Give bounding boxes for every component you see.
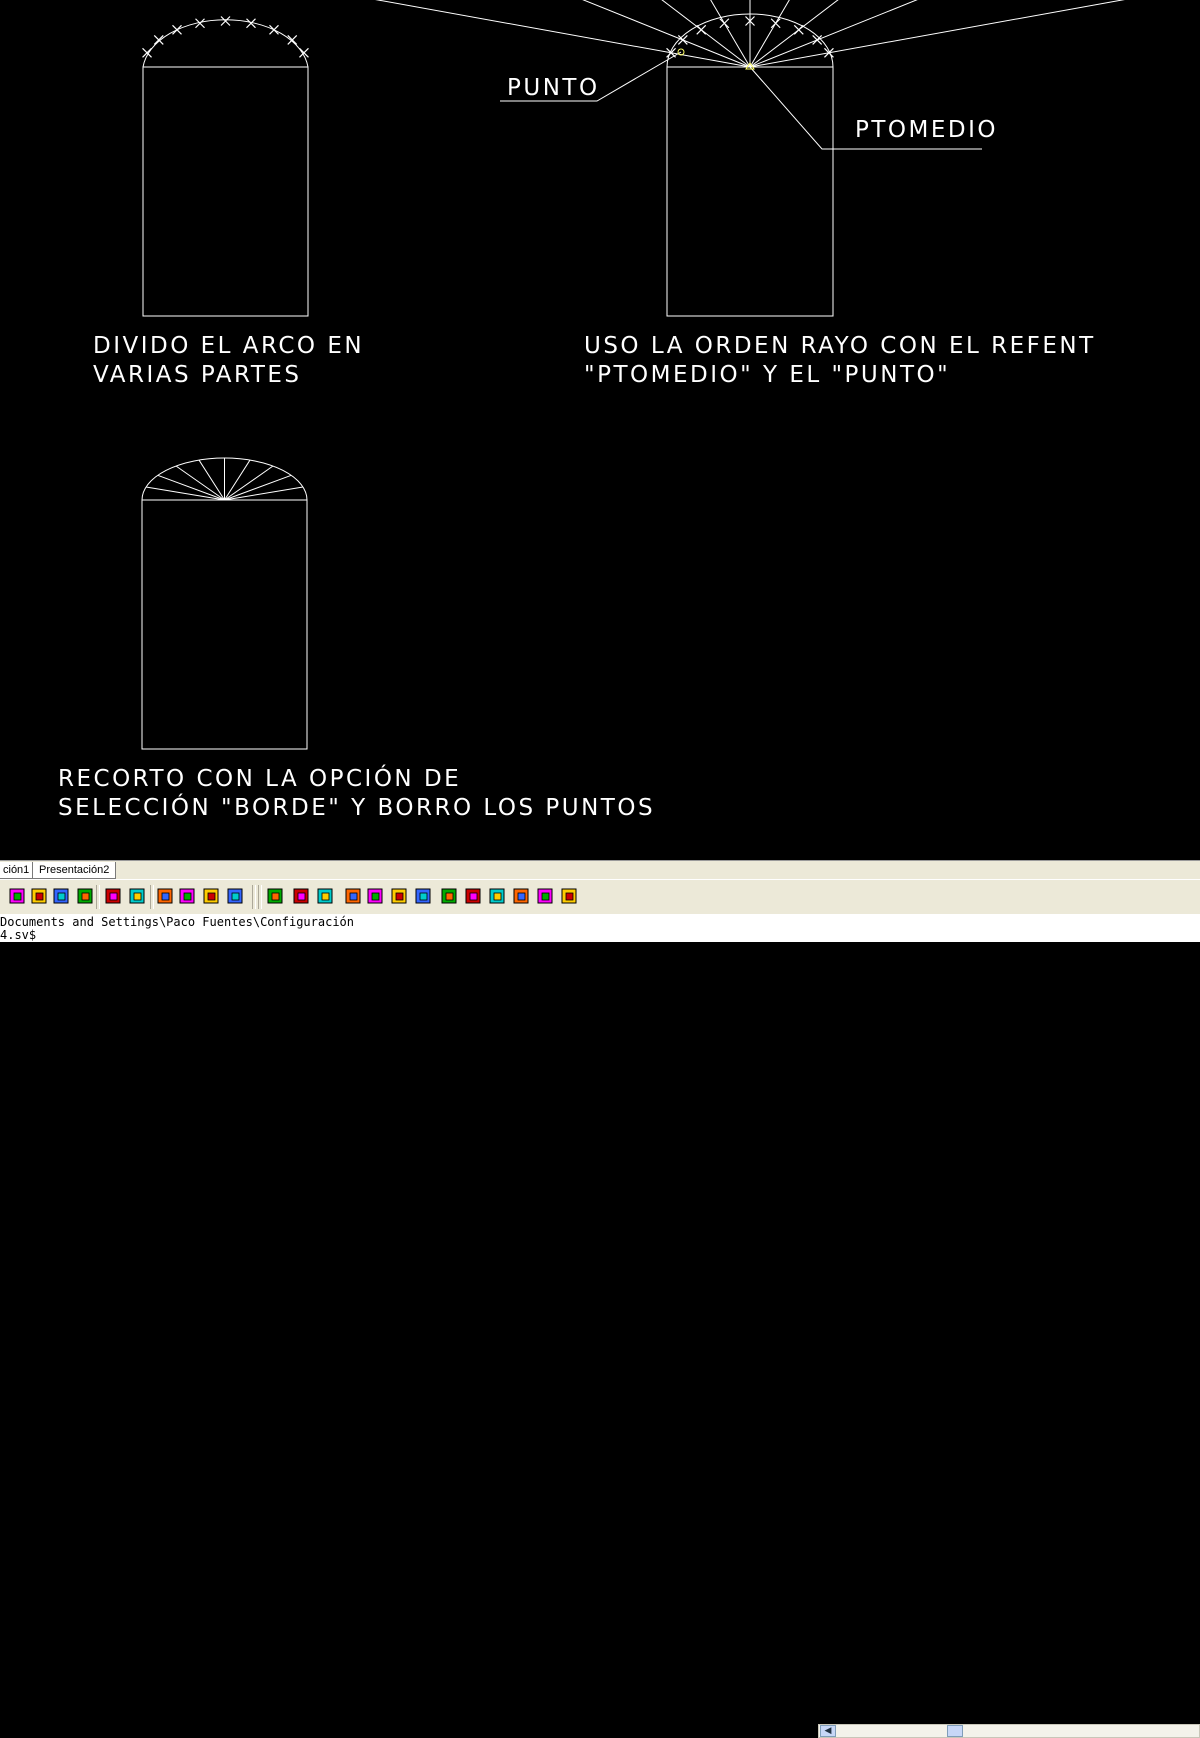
trimmed-ray-line — [175, 465, 225, 501]
layer-tool-icon[interactable] — [344, 887, 362, 905]
layer-tool-icon[interactable] — [226, 887, 244, 905]
toolbar-separator — [252, 885, 256, 909]
command-line[interactable]: Documents and Settings\Paco Fuentes\Conf… — [0, 914, 1200, 942]
trimmed-ray-line — [224, 486, 304, 501]
step2-caption-line2: "PTOMEDIO" Y EL "PUNTO" — [584, 362, 950, 388]
drawing-svg[interactable]: DIVIDO EL ARCO EN VARIAS PARTES PUNTO PT… — [0, 0, 1200, 860]
ray-line — [749, 0, 790, 68]
layer-tool-icon[interactable] — [128, 887, 146, 905]
toolbar — [0, 879, 1200, 915]
step3-figure — [141, 457, 308, 750]
trimmed-ray-line — [224, 459, 251, 501]
division-point-mark — [793, 24, 804, 35]
step3-caption-line1: RECORTO CON LA OPCIÓN DE — [58, 764, 461, 792]
scroll-thumb[interactable] — [947, 1725, 963, 1737]
layer-tool-icon[interactable] — [536, 887, 554, 905]
layer-tool-icon[interactable] — [488, 887, 506, 905]
step2-caption-line1: USO LA ORDEN RAYO CON EL REFENT — [584, 333, 1096, 359]
step3-trimmed-rays — [145, 458, 304, 501]
division-point-mark — [287, 35, 298, 45]
attribute-edit-icon[interactable] — [30, 887, 48, 905]
step1-figure — [142, 16, 309, 317]
command-line-history-2: 4.sv$ — [0, 928, 37, 942]
layout-tab-bar: ción1 Presentación2 ◀ — [0, 860, 1200, 1738]
layer-tool-icon[interactable] — [440, 887, 458, 905]
step2-rectangle — [666, 66, 834, 317]
layer-tool-icon[interactable] — [178, 887, 196, 905]
step3-rectangle — [141, 499, 308, 750]
layer-tool-icon[interactable] — [156, 887, 174, 905]
step1-caption-line2: VARIAS PARTES — [93, 362, 302, 388]
label-punto: PUNTO — [507, 75, 600, 101]
trimmed-ray-line — [224, 474, 292, 501]
layer-tool-icon[interactable] — [414, 887, 432, 905]
layer-tool-icon[interactable] — [512, 887, 530, 905]
division-point-mark — [770, 18, 781, 29]
division-point-mark — [812, 35, 823, 45]
toolbar-separator — [258, 885, 262, 909]
tab-layout1[interactable]: ción1 — [0, 862, 37, 879]
layer-tool-icon[interactable] — [366, 887, 384, 905]
ray-line — [749, 0, 1125, 68]
layer-tool-icon[interactable] — [464, 887, 482, 905]
trimmed-ray-line — [198, 459, 225, 501]
attribute-block-icon[interactable] — [76, 887, 94, 905]
drawing-canvas[interactable]: DIVIDO EL ARCO EN VARIAS PARTES PUNTO PT… — [0, 0, 1200, 860]
division-point-mark — [269, 24, 279, 35]
step3-caption-line2: SELECCIÓN "BORDE" Y BORRO LOS PUNTOS — [58, 793, 655, 821]
step2-figure — [375, 0, 1125, 317]
layer-tool-icon[interactable] — [266, 887, 284, 905]
division-point-mark — [719, 18, 730, 29]
trimmed-ray-line — [157, 474, 225, 501]
step1-rectangle — [142, 66, 309, 317]
ray-line — [749, 0, 839, 68]
attribute-define-icon[interactable] — [52, 887, 70, 905]
layer-tool-icon[interactable] — [316, 887, 334, 905]
layer-tool-icon[interactable] — [202, 887, 220, 905]
division-point-mark — [220, 16, 231, 26]
layer-tool-icon[interactable] — [104, 887, 122, 905]
trimmed-ray-line — [145, 486, 225, 501]
layer-tool-icon[interactable] — [560, 887, 578, 905]
step2-rays — [375, 0, 1125, 68]
horizontal-scrollbar[interactable]: ◀ — [818, 1724, 1200, 1738]
scroll-left-arrow-icon[interactable]: ◀ — [820, 1725, 836, 1737]
division-point-mark — [696, 24, 707, 35]
ray-line — [749, 0, 918, 68]
ray-line — [661, 0, 751, 68]
ray-line — [375, 0, 751, 68]
step1-caption-line1: DIVIDO EL ARCO EN — [93, 333, 364, 359]
label-ptomedio: PTOMEDIO — [855, 117, 998, 143]
ray-line — [582, 0, 751, 68]
division-point-mark — [172, 24, 182, 35]
attribute-icon[interactable] — [8, 887, 26, 905]
step1-arc — [142, 19, 309, 68]
trimmed-ray-line — [224, 465, 274, 501]
step1-division-marks — [142, 16, 309, 58]
toolbar-separator — [96, 885, 100, 909]
layer-tool-icon[interactable] — [292, 887, 310, 905]
toolbar-separator — [150, 885, 154, 909]
layer-tool-icon[interactable] — [390, 887, 408, 905]
division-point-mark — [677, 35, 688, 45]
division-point-mark — [153, 35, 164, 45]
tab-presentacion2[interactable]: Presentación2 — [32, 862, 117, 879]
command-line-history-1: Documents and Settings\Paco Fuentes\Conf… — [0, 915, 355, 929]
